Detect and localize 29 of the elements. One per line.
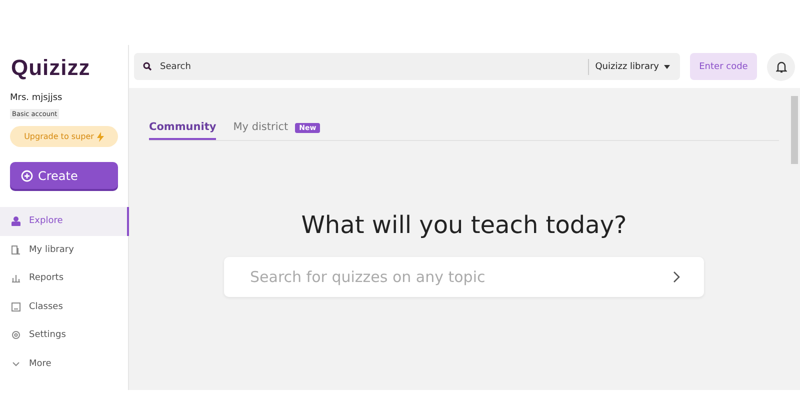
create-button[interactable]: Create: [10, 162, 118, 189]
lightning-icon: [96, 132, 104, 142]
nav-item[interactable]: My library: [0, 236, 129, 264]
tab[interactable]: Community: [149, 121, 216, 140]
nav-item[interactable]: Classes: [0, 292, 129, 321]
book-icon: [11, 244, 21, 255]
board-icon: [11, 302, 21, 312]
notification-button[interactable]: [767, 52, 795, 80]
enter-code-button[interactable]: Enter code: [690, 53, 757, 80]
scrollbar[interactable]: [791, 96, 798, 164]
gear-icon: [11, 330, 21, 340]
hero-title: What will you teach today?: [301, 211, 627, 239]
bell-icon: [776, 60, 786, 72]
nav-item[interactable]: More: [0, 350, 129, 378]
quiz-search-bar[interactable]: Search for quizzes on any topic: [224, 257, 704, 297]
nav-item[interactable]: Settings: [0, 321, 129, 350]
user-name: Mrs. mjsjjss: [10, 93, 62, 103]
search-icon: [143, 62, 152, 71]
top-search-bar[interactable]: Search Quizizz library: [134, 53, 680, 80]
library-dropdown[interactable]: Quizizz library: [588, 58, 680, 74]
chevron-right-icon: [673, 271, 680, 283]
nav-item[interactable]: Reports: [0, 264, 129, 292]
person-icon: [11, 216, 21, 226]
logo: Quizizz: [11, 55, 90, 81]
plus-circle-icon: [21, 170, 33, 182]
caret-icon: [664, 64, 670, 68]
nav-item[interactable]: Explore: [0, 207, 129, 236]
search-input[interactable]: Search: [158, 60, 582, 72]
chart-icon: [11, 273, 21, 284]
